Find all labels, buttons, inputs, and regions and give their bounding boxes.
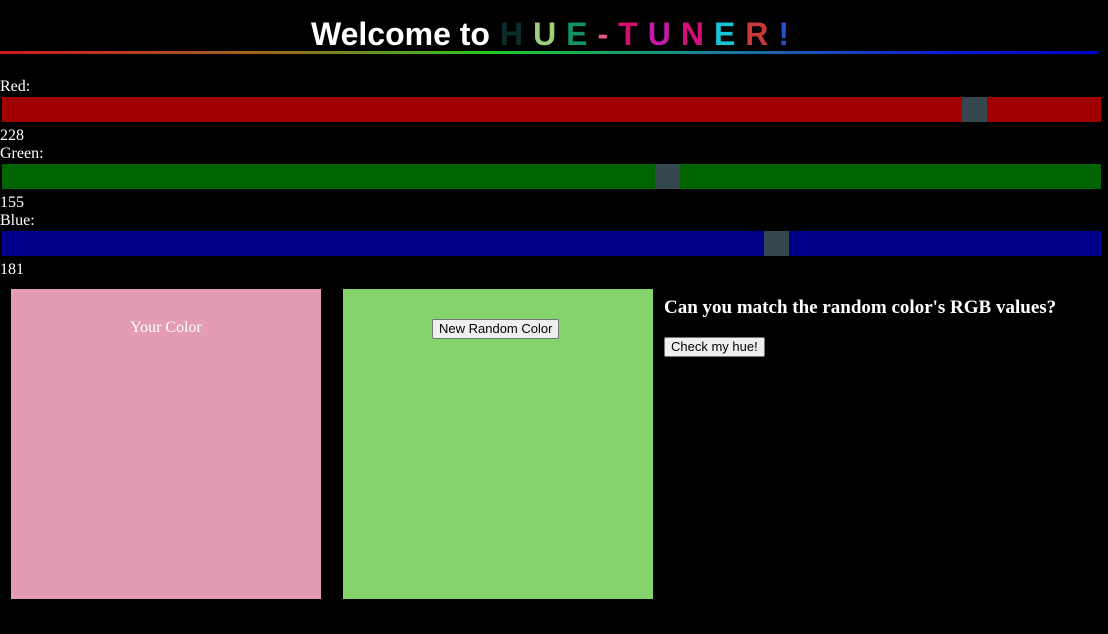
red-label: Red: — [0, 78, 31, 95]
title-brand: H U E - T U N E R! — [490, 16, 789, 52]
red-value: 228 — [0, 127, 24, 144]
title-letter: H — [499, 16, 524, 52]
blue-value: 181 — [0, 261, 24, 278]
green-slider-thumb[interactable] — [655, 164, 680, 189]
red-slider-track[interactable] — [2, 97, 1101, 122]
title-letter: U — [647, 16, 671, 52]
green-slider-group: Green: 155 — [0, 145, 1104, 211]
red-slider-thumb[interactable] — [962, 97, 987, 122]
your-color-label: Your Color — [130, 319, 202, 336]
title-letter: U — [533, 16, 557, 52]
check-hue-button[interactable]: Check my hue! — [664, 337, 765, 357]
header: Welcome to H U E - T U N E R! — [0, 0, 1108, 56]
green-value: 155 — [0, 194, 24, 211]
blue-slider-thumb[interactable] — [764, 231, 789, 256]
blue-slider-group: Blue: 181 — [0, 212, 1104, 278]
red-slider-group: Red: 228 — [0, 78, 1104, 144]
title-letter: - — [597, 16, 609, 52]
random-color-swatch: New Random Color — [343, 289, 653, 599]
title-letter: N — [680, 16, 704, 52]
title-letter: ! — [778, 16, 790, 52]
title-letter: T — [618, 16, 638, 52]
title-letter: E — [566, 16, 588, 52]
green-slider-track[interactable] — [2, 164, 1101, 189]
new-random-color-button[interactable]: New Random Color — [432, 319, 560, 339]
title-letter: E — [713, 16, 736, 52]
challenge-panel: Can you match the random color's RGB val… — [664, 296, 1056, 357]
title-lead: Welcome to — [310, 16, 490, 52]
challenge-question: Can you match the random color's RGB val… — [664, 297, 1057, 318]
title-letter: R — [745, 16, 769, 52]
green-label: Green: — [0, 145, 44, 162]
blue-label: Blue: — [0, 212, 35, 229]
your-color-swatch: Your Color — [11, 289, 321, 599]
title-divider — [0, 51, 1098, 54]
page-title: Welcome to H U E - T U N E R! — [0, 14, 1100, 54]
blue-slider-track[interactable] — [2, 231, 1101, 256]
